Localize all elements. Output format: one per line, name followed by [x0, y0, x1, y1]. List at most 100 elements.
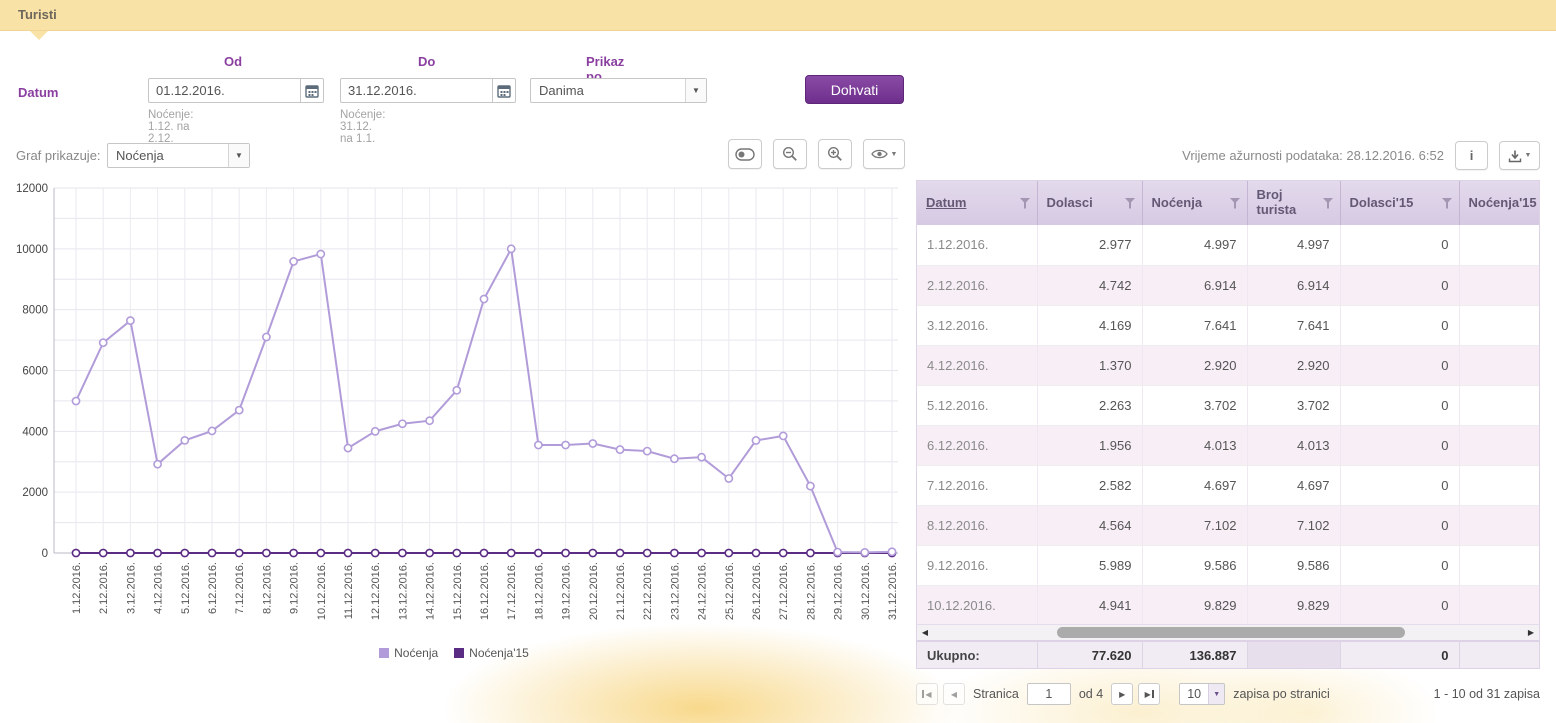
table-row[interactable]: 4.12.2016.1.3702.9202.9200: [917, 345, 1540, 385]
column-label: Dolasci'15: [1350, 196, 1414, 211]
cell-value: [1459, 505, 1540, 545]
date-to-input[interactable]: [340, 78, 492, 103]
column-header-no-enja[interactable]: Noćenja: [1142, 181, 1247, 225]
table-row[interactable]: 3.12.2016.4.1697.6417.6410: [917, 305, 1540, 345]
cell-value: 4.013: [1247, 425, 1340, 465]
chart-metric-value: Noćenja: [108, 148, 164, 163]
cell-value: 3.702: [1142, 385, 1247, 425]
prev-page-button[interactable]: ◀: [943, 683, 965, 705]
filter-icon[interactable]: [1020, 198, 1031, 209]
data-panel: Vrijeme ažurnosti podataka: 28.12.2016. …: [916, 138, 1540, 723]
cell-datum: 7.12.2016.: [917, 465, 1037, 505]
svg-text:12000: 12000: [16, 183, 48, 195]
filter-icon[interactable]: [1230, 198, 1241, 209]
svg-text:2000: 2000: [22, 487, 48, 499]
chevron-down-icon[interactable]: ▼: [685, 79, 706, 102]
svg-text:6000: 6000: [22, 366, 48, 378]
date-from-field: [148, 78, 324, 103]
display-by-select[interactable]: Danima ▼: [530, 78, 707, 103]
legend-item[interactable]: Noćenja'15: [454, 646, 529, 660]
cell-datum: 8.12.2016.: [917, 505, 1037, 545]
cell-value: 7.102: [1142, 505, 1247, 545]
svg-text:7.12.2016.: 7.12.2016.: [234, 562, 246, 614]
calendar-icon[interactable]: [492, 78, 516, 103]
zoom-out-button[interactable]: [773, 139, 807, 169]
chart-metric-select[interactable]: Noćenja ▼: [107, 143, 250, 168]
table-row[interactable]: 1.12.2016.2.9774.9974.9970: [917, 225, 1540, 265]
cell-value: 3.702: [1247, 385, 1340, 425]
cell-value: 0: [1340, 305, 1459, 345]
table-row[interactable]: 7.12.2016.2.5824.6974.6970: [917, 465, 1540, 505]
horizontal-scrollbar[interactable]: ◀ ▶: [916, 624, 1540, 641]
pagination-controls: ◀ ◀ Stranica od 4 ▶ ▶ 10 ▼ zapisa po str…: [916, 683, 1333, 705]
table-row[interactable]: 9.12.2016.5.9899.5869.5860: [917, 545, 1540, 585]
graf-prikazuje-label: Graf prikazuje:: [16, 148, 101, 163]
page-size-select[interactable]: 10 ▼: [1179, 683, 1225, 705]
cell-value: 9.829: [1247, 585, 1340, 625]
page-number-input[interactable]: [1027, 683, 1071, 705]
tab-turisti[interactable]: Turisti: [18, 7, 57, 22]
date-from-input[interactable]: [148, 78, 300, 103]
svg-text:29.12.2016.: 29.12.2016.: [833, 562, 845, 620]
svg-text:23.12.2016.: 23.12.2016.: [669, 562, 681, 620]
table-row[interactable]: 2.12.2016.4.7426.9146.9140: [917, 265, 1540, 305]
last-page-button[interactable]: ▶: [1138, 683, 1160, 705]
svg-text:4.12.2016.: 4.12.2016.: [153, 562, 165, 614]
cell-value: 9.829: [1142, 585, 1247, 625]
table-row[interactable]: 6.12.2016.1.9564.0134.0130: [917, 425, 1540, 465]
table-row[interactable]: 5.12.2016.2.2633.7023.7020: [917, 385, 1540, 425]
scroll-left-icon[interactable]: ◀: [917, 628, 933, 637]
date-to-field: [340, 78, 516, 103]
filter-icon[interactable]: [1323, 198, 1334, 209]
svg-text:10000: 10000: [16, 244, 48, 256]
column-header-dolasci-15[interactable]: Dolasci'15: [1340, 181, 1459, 225]
legend-item[interactable]: Noćenja: [379, 646, 438, 660]
column-header-broj-turista[interactable]: Broj turista: [1247, 181, 1340, 225]
scrollbar-thumb[interactable]: [1057, 627, 1405, 638]
svg-text:0: 0: [42, 548, 48, 560]
cell-value: [1459, 345, 1540, 385]
filter-icon[interactable]: [1442, 198, 1453, 209]
column-label: Broj turista: [1257, 188, 1319, 218]
cell-value: 6.914: [1247, 265, 1340, 305]
chevron-down-icon: ▼: [1525, 152, 1532, 159]
column-header-datum[interactable]: Datum: [917, 181, 1037, 225]
tab-bar: Turisti: [0, 0, 1556, 31]
cell-value: 4.997: [1142, 225, 1247, 265]
calendar-icon[interactable]: [300, 78, 324, 103]
cell-value: 4.697: [1142, 465, 1247, 505]
toggle-series-button[interactable]: [728, 139, 762, 169]
table-row[interactable]: 10.12.2016.4.9419.8299.8290: [917, 585, 1540, 625]
svg-text:14.12.2016.: 14.12.2016.: [425, 562, 437, 620]
chevron-down-icon[interactable]: ▼: [228, 144, 249, 167]
status-row: Vrijeme ažurnosti podataka: 28.12.2016. …: [1182, 141, 1540, 170]
chevron-down-icon: ▼: [891, 151, 898, 158]
cell-value: 0: [1340, 465, 1459, 505]
info-button[interactable]: i: [1455, 141, 1488, 170]
cell-value: [1459, 385, 1540, 425]
next-page-button[interactable]: ▶: [1111, 683, 1133, 705]
cell-value: 0: [1340, 225, 1459, 265]
dohvati-button[interactable]: Dohvati: [805, 75, 904, 104]
cell-datum: 9.12.2016.: [917, 545, 1037, 585]
cell-value: 4.013: [1142, 425, 1247, 465]
filter-icon[interactable]: [1125, 198, 1136, 209]
svg-text:12.12.2016.: 12.12.2016.: [370, 562, 382, 620]
first-page-button[interactable]: ◀: [916, 683, 938, 705]
visibility-button[interactable]: ▼: [863, 139, 905, 169]
export-button[interactable]: ▼: [1499, 141, 1540, 170]
column-header-dolasci[interactable]: Dolasci: [1037, 181, 1142, 225]
scrollbar-track[interactable]: [933, 625, 1523, 640]
total-value: 77.620: [1037, 642, 1142, 668]
zoom-in-button[interactable]: [818, 139, 852, 169]
table-row[interactable]: 8.12.2016.4.5647.1027.1020: [917, 505, 1540, 545]
tab-pointer: [30, 31, 48, 40]
column-label: Noćenja'15: [1469, 196, 1537, 211]
column-label: Noćenja: [1152, 196, 1203, 211]
total-value: [1459, 642, 1540, 668]
column-header-no-enja-15[interactable]: Noćenja'15: [1459, 181, 1540, 225]
scroll-right-icon[interactable]: ▶: [1523, 628, 1539, 637]
cell-value: 0: [1340, 385, 1459, 425]
cell-value: [1459, 225, 1540, 265]
svg-text:3.12.2016.: 3.12.2016.: [125, 562, 137, 614]
